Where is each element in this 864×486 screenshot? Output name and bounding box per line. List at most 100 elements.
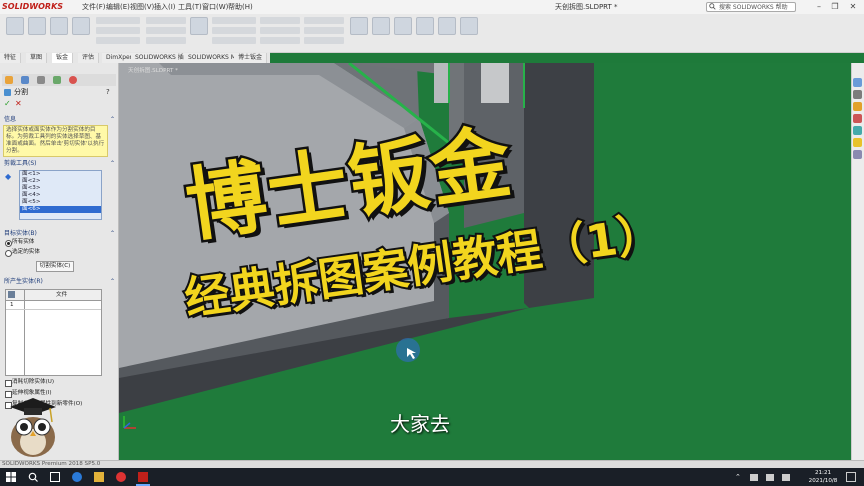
file-explorer-icon[interactable] — [853, 102, 862, 111]
tool-button[interactable] — [460, 17, 478, 35]
tool-button[interactable] — [190, 17, 208, 35]
feature-tree-icon[interactable] — [5, 76, 13, 84]
menu-insert[interactable]: 插入(I) — [154, 1, 176, 13]
collapse-icon[interactable]: ⌃ — [110, 159, 115, 168]
tool-button[interactable] — [146, 37, 186, 44]
help-icon[interactable]: ? — [106, 88, 110, 96]
result-table[interactable]: 文件 1 — [5, 289, 102, 376]
tool-button[interactable] — [304, 37, 344, 44]
collapse-icon[interactable]: ⌃ — [110, 115, 115, 124]
search-icon[interactable] — [28, 472, 38, 482]
checkbox-label: 消耗切除实体(U) — [12, 379, 55, 385]
collapse-icon[interactable]: ⌃ — [110, 277, 115, 286]
search-input[interactable]: 搜索 SOLIDWORKS 帮助 — [706, 2, 796, 12]
menu-view[interactable]: 视图(V) — [130, 1, 154, 13]
solidworks-logo[interactable]: SOLIDWORKS — [2, 1, 63, 13]
dimxpert-icon[interactable] — [53, 76, 61, 84]
tab-features[interactable]: 特征 — [0, 53, 22, 63]
tool-button[interactable] — [96, 37, 140, 44]
trim-tools-list[interactable]: 面<1> 面<2> 面<3> 面<4> 面<5> 面<6> — [19, 170, 102, 220]
tool-button[interactable] — [304, 17, 344, 24]
breadcrumb[interactable]: 天创拆图.SLDPRT * — [128, 66, 178, 74]
tool-button[interactable] — [304, 27, 344, 34]
info-section-header[interactable]: 信息 ⌃ — [0, 115, 118, 124]
recorder-icon[interactable] — [116, 472, 126, 482]
tool-button[interactable] — [50, 17, 68, 35]
cut-bodies-button[interactable]: 切割实体(C) — [36, 261, 74, 272]
file-explorer-icon[interactable] — [94, 472, 104, 482]
tool-button[interactable] — [96, 27, 140, 34]
list-item[interactable]: 面<4> — [20, 192, 101, 199]
result-bodies-header[interactable]: 所产生实体(R) ⌃ — [0, 277, 118, 286]
list-item[interactable]: 面<5> — [20, 199, 101, 206]
collapse-icon[interactable]: ⌃ — [110, 229, 115, 238]
volume-icon[interactable] — [766, 474, 774, 481]
display-manager-icon[interactable] — [69, 76, 77, 84]
target-bodies-header[interactable]: 目标实体(B) ⌃ — [0, 229, 118, 238]
custom-props-icon[interactable] — [853, 138, 862, 147]
clock[interactable]: 21:21 2021/10/8 — [808, 468, 838, 486]
edge-browser-icon[interactable] — [72, 472, 82, 482]
ime-icon[interactable] — [782, 474, 790, 481]
tool-button[interactable] — [372, 17, 390, 35]
caption-text: 大家去 — [390, 412, 450, 436]
design-library-icon[interactable] — [853, 90, 862, 99]
tab-doctor-sheetmetal[interactable]: 博士钣金 — [234, 53, 268, 63]
clock-time: 21:21 — [814, 470, 832, 476]
tool-button[interactable] — [146, 17, 186, 24]
list-item[interactable]: 面<2> — [20, 178, 101, 185]
list-item[interactable]: 面<3> — [20, 185, 101, 192]
tab-evaluate[interactable]: 评估 — [78, 53, 100, 63]
tool-button[interactable] — [260, 17, 300, 24]
list-item-selected[interactable]: 面<6> — [20, 206, 101, 213]
clock-date: 2021/10/8 — [808, 478, 838, 484]
ok-icon[interactable]: ✓ — [4, 99, 11, 108]
network-icon[interactable] — [750, 474, 758, 481]
tool-button[interactable] — [72, 17, 90, 35]
tool-button[interactable] — [212, 27, 256, 34]
tab-sketch[interactable]: 草图 — [26, 53, 48, 63]
document-title: 天创拆图.SLDPRT * — [555, 3, 618, 11]
solidworks-taskbar-icon[interactable] — [138, 472, 148, 482]
tool-button[interactable] — [96, 17, 140, 24]
config-manager-icon[interactable] — [37, 76, 45, 84]
cancel-icon[interactable]: ✕ — [15, 99, 22, 108]
menu-edit[interactable]: 编辑(E) — [106, 1, 130, 13]
minimize-icon[interactable]: – — [812, 1, 826, 13]
tool-button[interactable] — [438, 17, 456, 35]
trim-tools-header[interactable]: 剪裁工具(S) ⌃ — [0, 159, 118, 168]
appearances-icon[interactable] — [853, 126, 862, 135]
tool-button[interactable] — [260, 27, 300, 34]
tool-button[interactable] — [416, 17, 434, 35]
tool-button[interactable] — [260, 37, 300, 44]
radio-selected-bodies[interactable] — [5, 250, 12, 257]
tool-button[interactable] — [6, 17, 24, 35]
list-item[interactable]: 面<1> — [20, 171, 101, 178]
tool-button[interactable] — [212, 17, 256, 24]
menu-file[interactable]: 文件(F) — [82, 1, 106, 13]
tray-arrow-icon[interactable]: ⌃ — [735, 473, 741, 481]
table-cell[interactable]: 1 — [10, 302, 14, 308]
checkbox-consume-cut[interactable] — [5, 380, 12, 387]
menu-tools[interactable]: 工具(T) — [178, 1, 202, 13]
notification-icon[interactable] — [846, 472, 856, 482]
menu-window[interactable]: 窗口(W) — [202, 1, 228, 13]
tab-sheetmetal[interactable]: 钣金 — [52, 53, 74, 63]
close-icon[interactable]: ✕ — [846, 1, 860, 13]
windows-start-icon[interactable] — [6, 472, 16, 482]
tool-button[interactable] — [394, 17, 412, 35]
tool-button[interactable] — [350, 17, 368, 35]
target-bodies-label: 目标实体(B) — [4, 230, 37, 237]
forum-icon[interactable] — [853, 150, 862, 159]
property-manager-icon[interactable] — [21, 76, 29, 84]
row-divider — [6, 309, 101, 310]
tool-button[interactable] — [28, 17, 46, 35]
tool-button[interactable] — [146, 27, 186, 34]
tool-button[interactable] — [212, 37, 256, 44]
task-view-icon[interactable] — [50, 472, 60, 482]
view-palette-icon[interactable] — [853, 114, 862, 123]
radio-all-bodies[interactable] — [5, 240, 12, 247]
menu-help[interactable]: 帮助(H) — [228, 1, 253, 13]
resources-icon[interactable] — [853, 78, 862, 87]
restore-icon[interactable]: ❐ — [828, 1, 842, 13]
